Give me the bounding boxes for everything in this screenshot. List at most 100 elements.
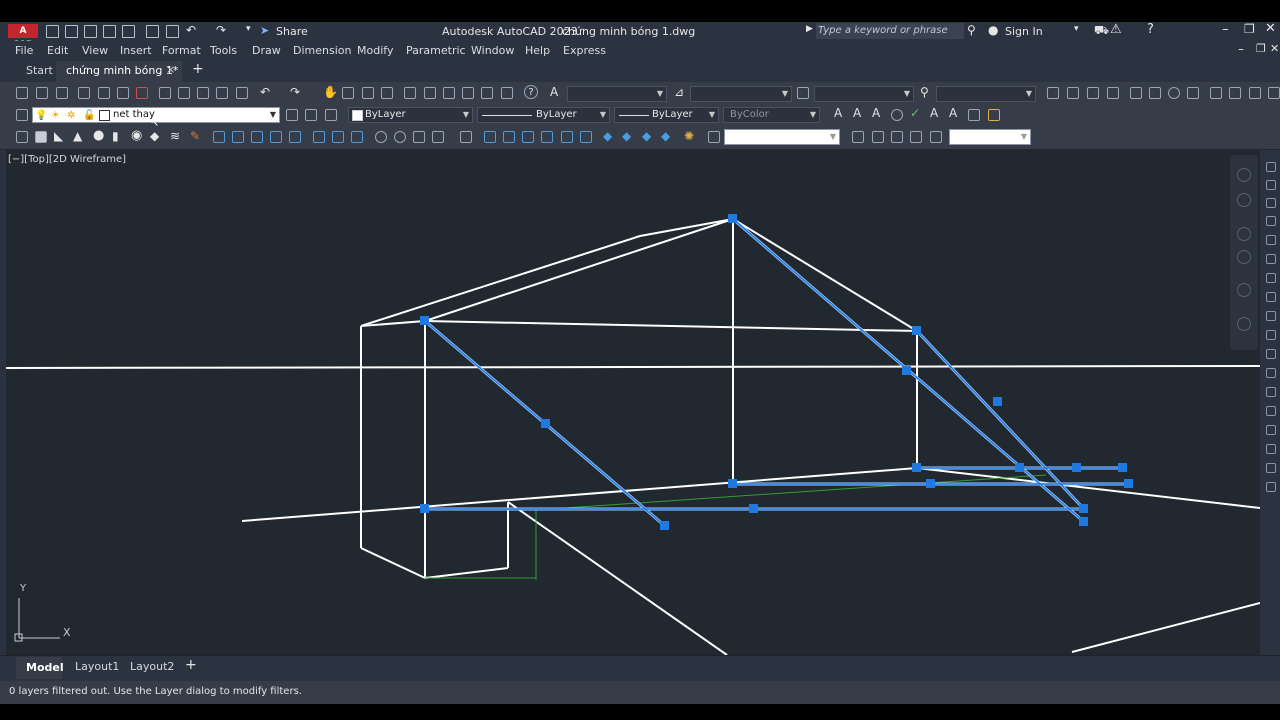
layer-lock-icon[interactable]: 🔓 xyxy=(83,109,95,123)
plot-icon-2[interactable] xyxy=(78,87,90,99)
justify-text-icon[interactable]: A xyxy=(949,106,957,120)
paste-icon[interactable] xyxy=(197,87,209,99)
pan-icon[interactable]: ✋ xyxy=(323,85,338,99)
extrude-faces-icon[interactable] xyxy=(484,131,496,143)
explode-icon[interactable] xyxy=(1266,463,1276,473)
menu-view[interactable]: View xyxy=(82,44,108,57)
intersect-icon[interactable] xyxy=(351,131,363,143)
offset-faces-icon[interactable] xyxy=(522,131,534,143)
new-file-icon[interactable] xyxy=(46,25,59,38)
help-icon[interactable]: ? xyxy=(1147,22,1154,37)
layer-previous-icon[interactable] xyxy=(305,109,317,121)
dim-style-select[interactable]: ▼ xyxy=(690,86,792,102)
text-style-icon[interactable]: A xyxy=(550,85,558,99)
text-style-select[interactable]: ▼ xyxy=(567,86,667,102)
layer-viewport-freeze-icon[interactable]: ✲ xyxy=(67,109,75,123)
union-icon[interactable] xyxy=(313,131,325,143)
3d-align-icon[interactable] xyxy=(413,131,425,143)
add-layout-button[interactable]: + xyxy=(185,657,197,673)
sign-in-dropdown-icon[interactable]: ▾ xyxy=(1074,24,1079,34)
wedge-icon[interactable]: ◣ xyxy=(54,129,63,143)
cylinder-icon[interactable]: ▮ xyxy=(112,129,119,143)
cone-icon[interactable]: ▲ xyxy=(73,129,82,143)
dim-angular-icon[interactable] xyxy=(1187,87,1199,99)
tab-layout1[interactable]: Layout1 xyxy=(75,660,119,673)
layer-thaw-icon[interactable]: ☀ xyxy=(51,109,60,123)
stretch-icon[interactable] xyxy=(1266,311,1276,321)
mleader-style-icon[interactable]: ⚲ xyxy=(920,85,929,99)
zoom-nav-icon[interactable] xyxy=(1237,250,1251,264)
fillet-icon[interactable] xyxy=(1266,425,1276,435)
close-window-icon[interactable]: ✕ xyxy=(1265,21,1276,36)
sphere-icon[interactable]: ● xyxy=(93,128,104,143)
web-save-icon[interactable] xyxy=(122,25,135,38)
taper-faces-icon[interactable] xyxy=(580,131,592,143)
plotstyle-select[interactable]: ByColor ▼ xyxy=(723,107,820,123)
viewport-controls-label[interactable]: [−][Top][2D Wireframe] xyxy=(8,154,126,165)
separate-icon[interactable]: ◆ xyxy=(622,129,631,143)
save-icon-2[interactable] xyxy=(56,87,68,99)
helix-icon[interactable]: ≋ xyxy=(170,129,180,143)
dim-style-icon[interactable]: ⊿ xyxy=(674,85,684,99)
pyramid-icon[interactable]: ◆ xyxy=(150,129,159,143)
torus-icon[interactable]: ◉ xyxy=(131,128,142,143)
3d-move-icon[interactable] xyxy=(375,131,387,143)
color-select[interactable]: ByLayer ▼ xyxy=(348,107,473,123)
3d-array-icon[interactable] xyxy=(432,131,444,143)
properties-icon[interactable] xyxy=(404,87,416,99)
ucs-icon-4[interactable] xyxy=(910,131,922,143)
rectangle-icon[interactable] xyxy=(1266,235,1276,245)
menu-insert[interactable]: Insert xyxy=(120,44,152,57)
sign-in-button[interactable]: Sign In xyxy=(1005,25,1043,38)
ucs-icon-2[interactable] xyxy=(872,131,884,143)
dim-aligned-icon[interactable] xyxy=(1067,87,1079,99)
preview-icon[interactable] xyxy=(98,87,110,99)
dim-linear-icon[interactable] xyxy=(1047,87,1059,99)
cut-icon[interactable] xyxy=(159,87,171,99)
cart-icon[interactable]: ⛟ xyxy=(1094,23,1109,39)
layer-on-icon[interactable]: 💡 xyxy=(35,109,47,123)
mleader-style-select[interactable]: ▼ xyxy=(936,86,1036,102)
save-as-icon[interactable] xyxy=(103,25,116,38)
scale-icon[interactable] xyxy=(1266,292,1276,302)
visual-style-select[interactable]: ▼ xyxy=(724,129,840,145)
chamfer-icon[interactable] xyxy=(1266,406,1276,416)
polygon-icon[interactable] xyxy=(1266,216,1276,226)
break-icon[interactable] xyxy=(1266,368,1276,378)
menu-edit[interactable]: Edit xyxy=(47,44,68,57)
single-text-icon[interactable]: A xyxy=(853,106,861,120)
menu-file[interactable]: File xyxy=(15,44,33,57)
menu-express[interactable]: Express xyxy=(563,44,606,57)
copy-icon[interactable] xyxy=(178,87,190,99)
loft-icon[interactable] xyxy=(289,131,301,143)
extend-icon[interactable] xyxy=(1266,349,1276,359)
dim-radius-icon[interactable] xyxy=(1130,87,1142,99)
redo-icon[interactable]: ↷ xyxy=(216,23,226,37)
zoom-window-icon[interactable] xyxy=(362,87,374,99)
new-tab-button[interactable]: + xyxy=(192,61,204,77)
construction-line-icon[interactable] xyxy=(1266,180,1276,190)
edit-text-icon[interactable]: A xyxy=(872,106,880,120)
minimize-icon[interactable]: – xyxy=(1222,22,1229,37)
full-navigation-icon[interactable] xyxy=(1237,193,1251,207)
dim-arc-icon[interactable] xyxy=(1087,87,1099,99)
blend-icon[interactable] xyxy=(1266,444,1276,454)
3d-rotate-icon[interactable] xyxy=(394,131,406,143)
tab-active-drawing[interactable]: chứng minh bóng 1* × xyxy=(56,61,182,82)
trim-icon[interactable] xyxy=(1266,330,1276,340)
user-icon[interactable]: ● xyxy=(988,23,998,37)
block-editor-icon[interactable] xyxy=(236,87,248,99)
search-input[interactable]: Type a keyword or phrase xyxy=(816,23,964,39)
box-icon[interactable] xyxy=(35,131,47,143)
subtract-icon[interactable] xyxy=(332,131,344,143)
design-center-icon[interactable] xyxy=(424,87,436,99)
lineweight-select[interactable]: ByLayer ▼ xyxy=(614,107,719,123)
menu-modify[interactable]: Modify xyxy=(357,44,393,57)
dim-ordinate-icon[interactable] xyxy=(1107,87,1119,99)
slice-icon[interactable] xyxy=(460,131,472,143)
menu-help[interactable]: Help xyxy=(525,44,550,57)
ucs-select[interactable]: ▼ xyxy=(949,129,1031,145)
qnew-icon[interactable] xyxy=(16,87,28,99)
extrude-icon[interactable] xyxy=(213,131,225,143)
tab-model[interactable]: Model xyxy=(16,657,64,679)
